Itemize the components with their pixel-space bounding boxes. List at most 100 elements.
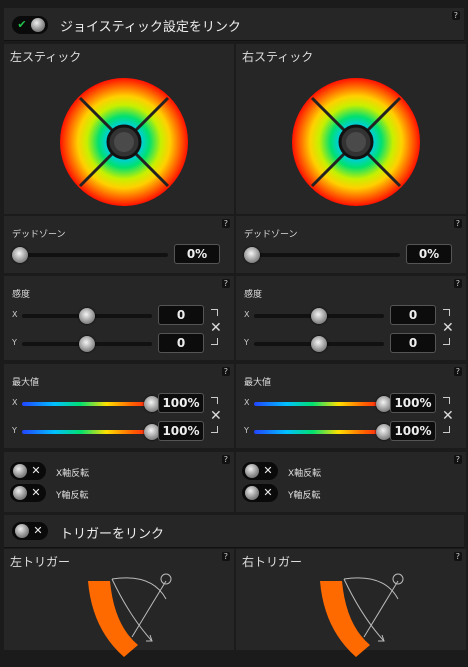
deadzone-value[interactable]: 0% [174,244,220,264]
y-axis-label: Y [12,338,17,347]
deadzone-panel: ? デッドゾーン 0% [236,216,466,273]
x-axis-label: X [244,310,250,319]
max-y-value[interactable]: 100% [158,421,204,441]
help-icon[interactable]: ? [221,552,230,561]
help-icon[interactable]: ? [453,455,462,464]
help-icon[interactable]: ? [221,219,230,228]
sensitivity-label: 感度 [12,290,31,300]
sensitivity-panel: ? 感度 X Y 0 0 ✕ [236,276,466,360]
x-icon: ✕ [263,464,273,477]
link-triggers-bar: ✕ トリガーをリンク [4,515,464,548]
toggle-knob [31,18,45,32]
stick-title: 右スティック [242,50,314,64]
invert-y-toggle[interactable]: ✕ [242,484,278,502]
unlink-axes-icon[interactable]: ✕ [210,408,222,424]
trigger-pressure-band [88,581,138,657]
deadzone-thumb[interactable] [12,247,28,263]
toggle-knob [245,486,259,500]
link-bracket-icon [211,397,218,404]
y-axis-label: Y [244,338,249,347]
link-bracket-icon [211,309,218,316]
deadzone-thumb[interactable] [244,247,260,263]
link-bracket-icon [211,426,218,433]
link-bracket-icon [443,397,450,404]
deadzone-label: デッドゾーン [244,230,298,240]
x-axis-label: X [244,398,250,407]
help-icon[interactable]: ? [221,279,230,288]
link-triggers-label: トリガーをリンク [60,527,165,542]
x-icon: ✕ [33,524,43,537]
help-icon[interactable]: ? [453,367,462,376]
trigger-panel: ? 左トリガー [4,549,234,657]
max-x-value[interactable]: 100% [390,393,436,413]
unlink-axes-icon[interactable]: ✕ [442,408,454,424]
max-panel: ? 最大値 X Y 100% 100% ✕ [236,364,466,448]
deadzone-label: デッドゾーン [12,230,66,240]
invert-x-toggle[interactable]: ✕ [242,462,278,480]
x-icon: ✕ [263,486,273,499]
trigger-arc-icon [320,573,404,657]
help-icon[interactable]: ? [451,11,460,20]
max-y-value[interactable]: 100% [390,421,436,441]
unlink-axes-icon[interactable]: ✕ [210,320,222,336]
max-y-slider[interactable] [254,430,384,434]
link-bracket-icon [443,309,450,316]
help-icon[interactable]: ? [221,455,230,464]
sensitivity-x-thumb[interactable] [311,308,327,324]
invert-panel: ? ✕ X軸反転 ✕ Y軸反転 [236,452,466,512]
link-bracket-icon [443,338,450,345]
x-axis-label: X [12,398,18,407]
max-panel: ? 最大値 X Y 100% 100% ✕ [4,364,234,448]
invert-y-label: Y軸反転 [288,491,321,501]
link-sticks-bar: ✔ ジョイスティック設定をリンク ? [4,8,464,41]
deadzone-slider[interactable] [248,253,400,257]
link-triggers-toggle[interactable]: ✕ [12,522,48,540]
invert-panel: ? ✕ X軸反転 ✕ Y軸反転 [4,452,234,512]
help-icon[interactable]: ? [453,219,462,228]
sensitivity-x-value[interactable]: 0 [158,305,204,325]
y-axis-label: Y [244,426,249,435]
link-sticks-toggle[interactable]: ✔ [12,16,48,34]
max-x-slider[interactable] [22,402,152,406]
x-axis-label: X [12,310,18,319]
unlink-axes-icon[interactable]: ✕ [442,320,454,336]
max-x-slider[interactable] [254,402,384,406]
y-axis-label: Y [12,426,17,435]
link-bracket-icon [211,338,218,345]
stick-knob-center [346,132,366,152]
invert-x-toggle[interactable]: ✕ [10,462,46,480]
trigger-title: 右トリガー [242,555,303,569]
trigger-pivot [160,573,172,585]
deadzone-slider[interactable] [16,253,168,257]
stick-title: 左スティック [10,50,82,64]
stick-range-icon [292,78,420,206]
stick-range-icon [60,78,188,206]
x-icon: ✕ [31,464,41,477]
help-icon[interactable]: ? [453,279,462,288]
max-label: 最大値 [244,378,272,388]
sensitivity-y-thumb[interactable] [79,336,95,352]
max-y-slider[interactable] [22,430,152,434]
max-x-value[interactable]: 100% [158,393,204,413]
toggle-knob [13,486,27,500]
sensitivity-y-thumb[interactable] [311,336,327,352]
trigger-pivot [392,573,404,585]
sensitivity-y-value[interactable]: 0 [158,333,204,353]
sensitivity-x-thumb[interactable] [79,308,95,324]
toggle-knob [245,464,259,478]
sensitivity-label: 感度 [244,290,263,300]
toggle-knob [13,464,27,478]
sensitivity-y-value[interactable]: 0 [390,333,436,353]
toggle-knob [15,524,29,538]
deadzone-value[interactable]: 0% [406,244,452,264]
invert-y-toggle[interactable]: ✕ [10,484,46,502]
x-icon: ✕ [31,486,41,499]
stick-knob-center [114,132,134,152]
help-icon[interactable]: ? [453,552,462,561]
stick-panel: 左スティック [4,44,234,214]
deadzone-panel: ? デッドゾーン 0% [4,216,234,273]
sensitivity-x-value[interactable]: 0 [390,305,436,325]
trigger-panel: ? 右トリガー [236,549,466,657]
help-icon[interactable]: ? [221,367,230,376]
trigger-lever-line [363,580,399,638]
